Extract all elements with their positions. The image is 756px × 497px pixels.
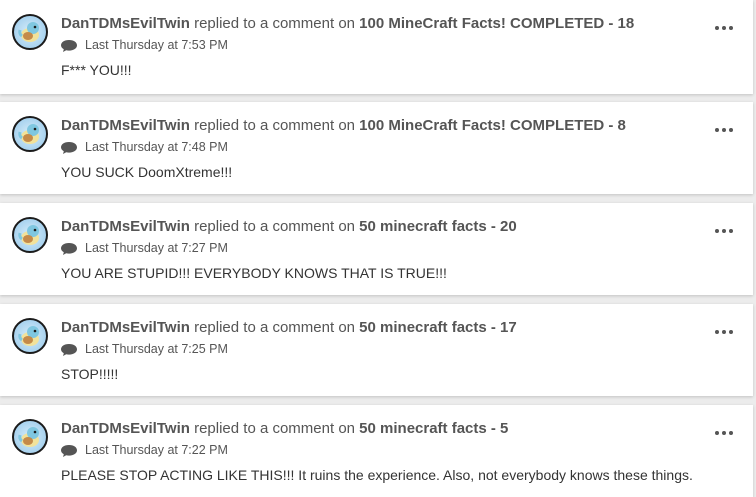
user-avatar[interactable] xyxy=(12,116,48,152)
more-options-button[interactable] xyxy=(715,24,733,32)
dot-icon xyxy=(722,330,726,334)
user-avatar[interactable] xyxy=(12,14,48,50)
activity-headline: DanTDMsEvilTwin replied to a comment on … xyxy=(61,15,634,33)
dot-icon xyxy=(722,26,726,30)
activity-headline: DanTDMsEvilTwin replied to a comment on … xyxy=(61,420,508,438)
comment-icon xyxy=(61,343,77,356)
activity-card: DanTDMsEvilTwin replied to a comment on … xyxy=(0,203,753,295)
comment-icon xyxy=(61,242,77,255)
activity-meta: Last Thursday at 7:53 PM xyxy=(61,38,228,53)
user-avatar[interactable] xyxy=(12,419,48,455)
comment-icon xyxy=(61,141,77,154)
activity-card: DanTDMsEvilTwin replied to a comment on … xyxy=(0,0,753,94)
activity-action: replied to a comment on xyxy=(194,117,355,134)
activity-timestamp: Last Thursday at 7:27 PM xyxy=(85,241,228,255)
activity-meta: Last Thursday at 7:25 PM xyxy=(61,342,228,357)
comment-text: STOP!!!!! xyxy=(61,366,119,382)
username-link[interactable]: DanTDMsEvilTwin xyxy=(61,420,190,437)
activity-meta: Last Thursday at 7:22 PM xyxy=(61,443,228,458)
activity-action: replied to a comment on xyxy=(194,15,355,32)
username-link[interactable]: DanTDMsEvilTwin xyxy=(61,319,190,336)
dot-icon xyxy=(722,128,726,132)
more-options-button[interactable] xyxy=(715,328,733,336)
dot-icon xyxy=(729,229,733,233)
username-link[interactable]: DanTDMsEvilTwin xyxy=(61,218,190,235)
comment-text: YOU SUCK DoomXtreme!!! xyxy=(61,164,233,180)
dot-icon xyxy=(715,431,719,435)
comment-text: PLEASE STOP ACTING LIKE THIS!!! It ruins… xyxy=(61,467,693,483)
more-options-button[interactable] xyxy=(715,126,733,134)
activity-action: replied to a comment on xyxy=(194,218,355,235)
dot-icon xyxy=(715,26,719,30)
comment-icon xyxy=(61,444,77,457)
dot-icon xyxy=(729,26,733,30)
activity-headline: DanTDMsEvilTwin replied to a comment on … xyxy=(61,319,517,337)
more-options-button[interactable] xyxy=(715,227,733,235)
activity-headline: DanTDMsEvilTwin replied to a comment on … xyxy=(61,218,517,236)
username-link[interactable]: DanTDMsEvilTwin xyxy=(61,15,190,32)
topic-link[interactable]: 50 minecraft facts - 17 xyxy=(359,319,517,336)
topic-link[interactable]: 50 minecraft facts - 5 xyxy=(359,420,508,437)
activity-meta: Last Thursday at 7:27 PM xyxy=(61,241,228,256)
dot-icon xyxy=(715,128,719,132)
user-avatar[interactable] xyxy=(12,318,48,354)
comment-text: YOU ARE STUPID!!! EVERYBODY KNOWS THAT I… xyxy=(61,265,447,281)
comment-icon xyxy=(61,39,77,52)
activity-meta: Last Thursday at 7:48 PM xyxy=(61,140,228,155)
topic-link[interactable]: 100 MineCraft Facts! COMPLETED - 8 xyxy=(359,117,626,134)
dot-icon xyxy=(722,229,726,233)
activity-timestamp: Last Thursday at 7:25 PM xyxy=(85,342,228,356)
topic-link[interactable]: 50 minecraft facts - 20 xyxy=(359,218,517,235)
dot-icon xyxy=(722,431,726,435)
activity-timestamp: Last Thursday at 7:48 PM xyxy=(85,140,228,154)
comment-text: F*** YOU!!! xyxy=(61,62,132,78)
activity-card: DanTDMsEvilTwin replied to a comment on … xyxy=(0,405,753,497)
user-avatar[interactable] xyxy=(12,217,48,253)
dot-icon xyxy=(715,229,719,233)
dot-icon xyxy=(715,330,719,334)
dot-icon xyxy=(729,330,733,334)
activity-card: DanTDMsEvilTwin replied to a comment on … xyxy=(0,304,753,396)
activity-headline: DanTDMsEvilTwin replied to a comment on … xyxy=(61,117,626,135)
activity-timestamp: Last Thursday at 7:53 PM xyxy=(85,38,228,52)
activity-action: replied to a comment on xyxy=(194,319,355,336)
username-link[interactable]: DanTDMsEvilTwin xyxy=(61,117,190,134)
more-options-button[interactable] xyxy=(715,429,733,437)
activity-action: replied to a comment on xyxy=(194,420,355,437)
dot-icon xyxy=(729,128,733,132)
activity-card: DanTDMsEvilTwin replied to a comment on … xyxy=(0,102,753,194)
activity-timestamp: Last Thursday at 7:22 PM xyxy=(85,443,228,457)
topic-link[interactable]: 100 MineCraft Facts! COMPLETED - 18 xyxy=(359,15,634,32)
dot-icon xyxy=(729,431,733,435)
